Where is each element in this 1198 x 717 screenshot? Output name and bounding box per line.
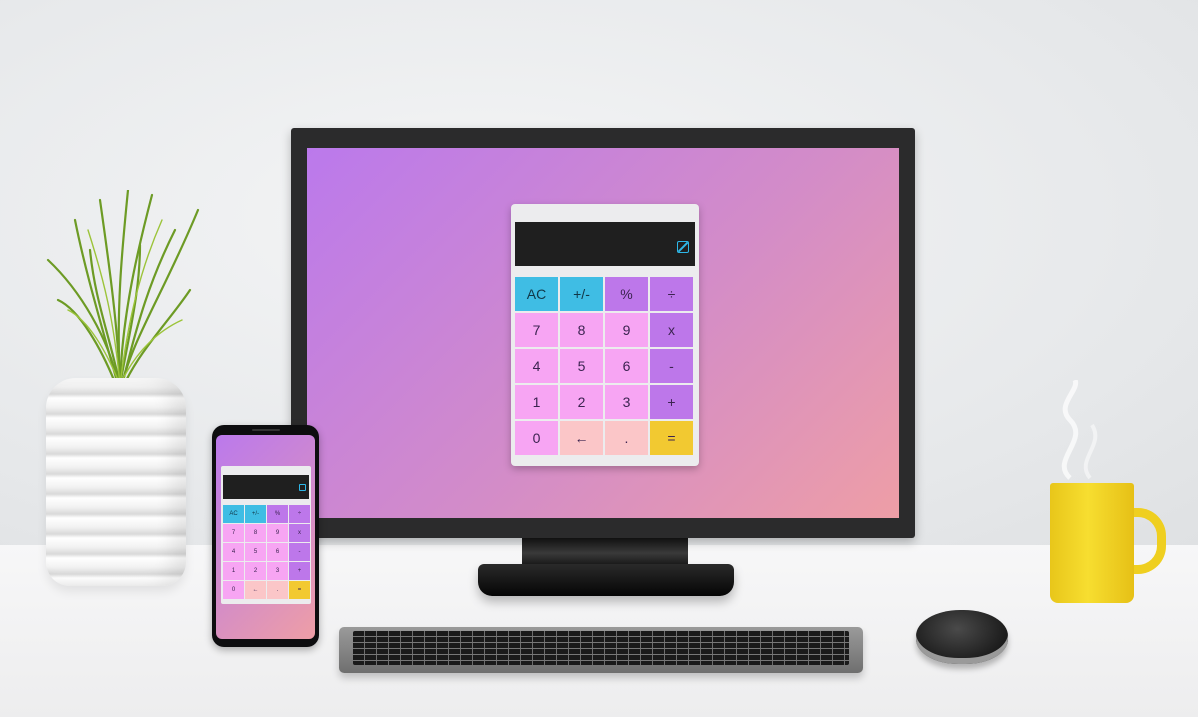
calc-digit-3-button[interactable]: 3 [605, 385, 648, 419]
mobile-calc-digit-0-button[interactable]: 0 [223, 581, 244, 599]
keyboard [339, 627, 863, 673]
mobile-calc-digit-4-button[interactable]: 4 [223, 543, 244, 561]
calc-digit-9-button[interactable]: 9 [605, 313, 648, 347]
calc-digit-8-button[interactable]: 8 [560, 313, 603, 347]
monitor-screen: AC +/-% ÷ 7 8 9 x 4 5 6- 1 2 3 +0 ←. = [307, 148, 899, 518]
mobile-calc-digit-5-button[interactable]: 5 [245, 543, 266, 561]
mobile-calculator: AC +/-% ÷ 7 8 9 x 4 5 6- 1 2 3 +0 ←. = [221, 466, 311, 604]
mobile-calculator-keypad: AC +/-% ÷ 7 8 9 x 4 5 6- 1 2 3 +0 ←. = [223, 505, 310, 600]
mobile-calc-percent-button[interactable]: % [267, 505, 288, 523]
mobile-calc-digit-1-button[interactable]: 1 [223, 562, 244, 580]
calc-minus-button[interactable]: - [650, 349, 693, 383]
mobile-calc-digit-6-button[interactable]: 6 [267, 543, 288, 561]
calc-sign-button[interactable]: +/- [560, 277, 603, 311]
mobile-calc-backspace-button[interactable]: ← [245, 581, 266, 599]
calc-digit-5-button[interactable]: 5 [560, 349, 603, 383]
mobile-calc-digit-2-button[interactable]: 2 [245, 562, 266, 580]
desktop-monitor: AC +/-% ÷ 7 8 9 x 4 5 6-1 2 3 +0 ←. = [291, 128, 915, 538]
mobile-calc-minus-button[interactable]: - [289, 543, 310, 561]
calculator-display [515, 222, 695, 266]
steam [1061, 380, 1098, 480]
calc-clear-button[interactable]: AC [515, 277, 558, 311]
computer-mouse [916, 610, 1008, 664]
mobile-calc-decimal-button[interactable]: . [267, 581, 288, 599]
keyboard-keys [353, 631, 849, 665]
calc-percent-button[interactable]: % [605, 277, 648, 311]
calc-digit-0-button[interactable]: 0 [515, 421, 558, 455]
mobile-calc-divide-button[interactable]: ÷ [289, 505, 310, 523]
mobile-calc-plus-button[interactable]: + [289, 562, 310, 580]
calc-digit-2-button[interactable]: 2 [560, 385, 603, 419]
calc-digit-6-button[interactable]: 6 [605, 349, 648, 383]
mobile-calc-digit-9-button[interactable]: 9 [267, 524, 288, 542]
mobile-calc-clear-button[interactable]: AC [223, 505, 244, 523]
calc-decimal-button[interactable]: . [605, 421, 648, 455]
mobile-calculator-display [223, 475, 309, 499]
calc-divide-button[interactable]: ÷ [650, 277, 693, 311]
calc-digit-4-button[interactable]: 4 [515, 349, 558, 383]
monitor-stand-base [478, 564, 734, 596]
plant-leaves [46, 190, 200, 385]
phone-screen: AC +/-% ÷ 7 8 9 x 4 5 6- 1 2 3 +0 ←. = [216, 435, 315, 639]
mobile-calc-equals-button[interactable]: = [289, 581, 310, 599]
calc-backspace-button[interactable]: ← [560, 421, 603, 455]
mobile-calc-digit-8-button[interactable]: 8 [245, 524, 266, 542]
theme-toggle-icon[interactable] [677, 241, 689, 253]
mobile-calc-digit-3-button[interactable]: 3 [267, 562, 288, 580]
calc-plus-button[interactable]: + [650, 385, 693, 419]
calc-equals-button[interactable]: = [650, 421, 693, 455]
calc-multiply-button[interactable]: x [650, 313, 693, 347]
calc-digit-7-button[interactable]: 7 [515, 313, 558, 347]
mobile-theme-toggle-icon[interactable] [299, 484, 306, 491]
phone-speaker [252, 429, 280, 431]
coffee-mug [1050, 483, 1134, 603]
mobile-calc-multiply-button[interactable]: x [289, 524, 310, 542]
calculator-keypad: AC +/-% ÷ 7 8 9 x 4 5 6- 1 2 3 +0 ←. = [515, 277, 695, 455]
plant-pot [46, 378, 186, 586]
smartphone: AC +/-% ÷ 7 8 9 x 4 5 6- 1 2 3 +0 ←. = [212, 425, 319, 647]
calc-digit-1-button[interactable]: 1 [515, 385, 558, 419]
mobile-calc-digit-7-button[interactable]: 7 [223, 524, 244, 542]
calculator: AC +/-% ÷ 7 8 9 x 4 5 6- 1 2 3 +0 ←. = [511, 204, 699, 466]
mobile-calc-sign-button[interactable]: +/- [245, 505, 266, 523]
